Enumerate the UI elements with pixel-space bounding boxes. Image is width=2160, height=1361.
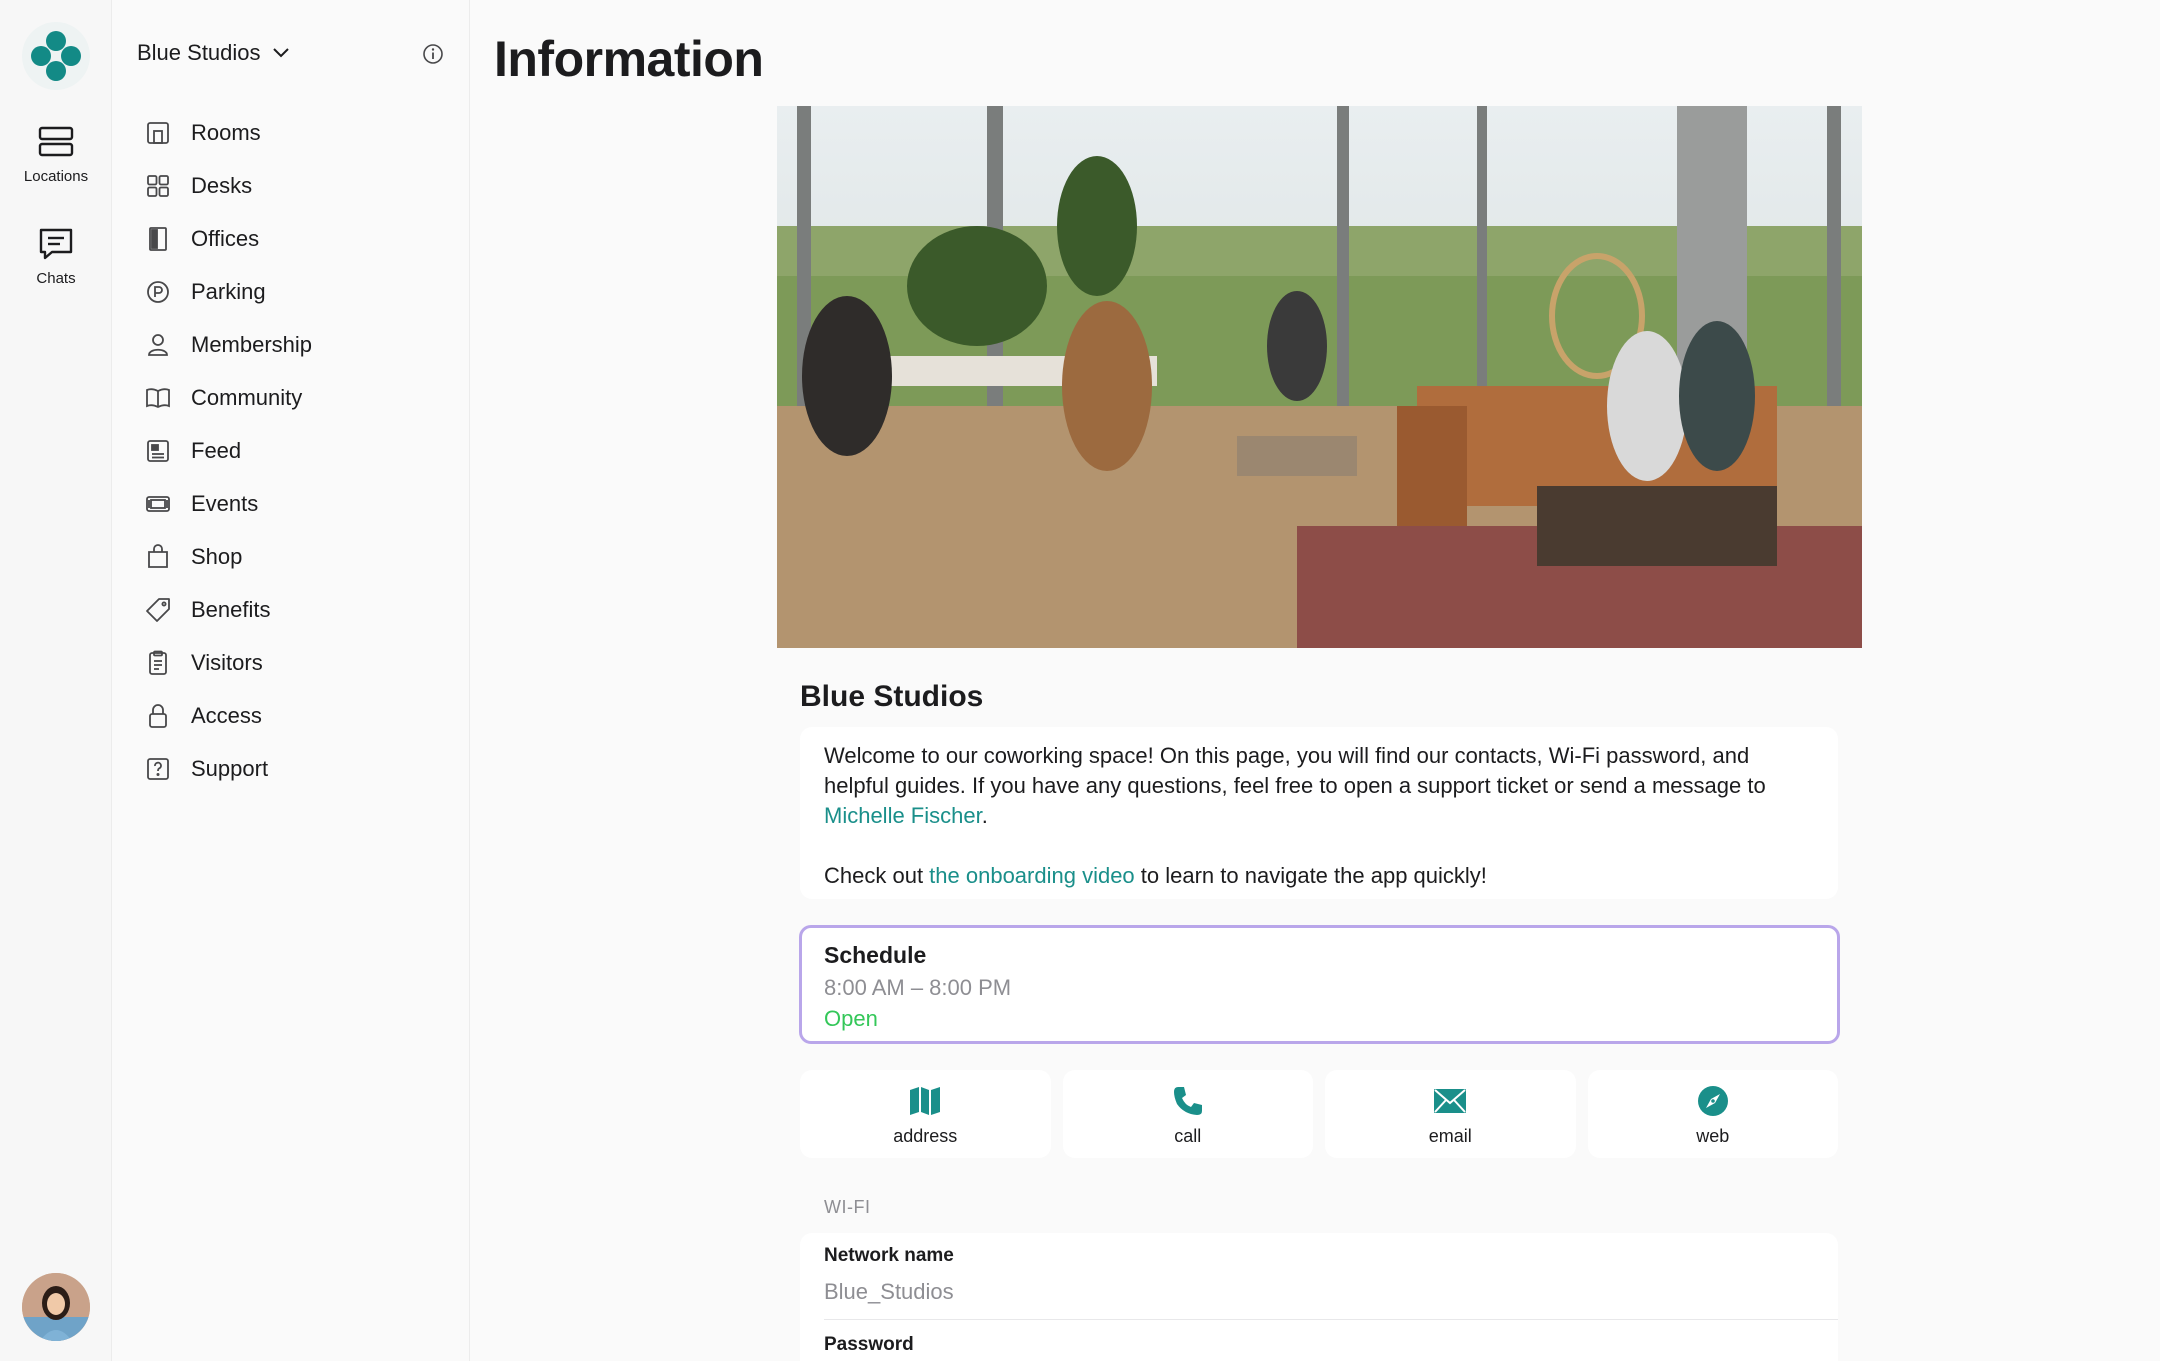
sidebar-item-label: Shop: [191, 543, 243, 569]
sidebar-item-support[interactable]: Support: [113, 742, 469, 795]
action-label: address: [893, 1126, 958, 1146]
web-button[interactable]: web: [1587, 1070, 1838, 1158]
workspace-switcher[interactable]: Blue Studios: [137, 40, 289, 66]
welcome-text: Welcome to our coworking space! On this …: [824, 743, 1766, 798]
welcome-text: Check out: [824, 863, 930, 888]
address-button[interactable]: address: [800, 1070, 1051, 1158]
visitors-icon: [149, 650, 167, 675]
avatar[interactable]: [22, 1273, 90, 1341]
sidebar-item-feed[interactable]: Feed: [113, 424, 469, 477]
sidebar-item-label: Offices: [191, 225, 260, 251]
sidebar-item-label: Access: [191, 702, 262, 728]
rooms-icon: [147, 121, 169, 144]
contact-actions: address call email web: [800, 1070, 1838, 1158]
sidebar-item-access[interactable]: Access: [113, 689, 469, 742]
sidebar-item-label: Support: [191, 755, 269, 781]
sidebar-item-label: Feed: [191, 437, 242, 463]
welcome-text: .: [981, 803, 988, 828]
sidebar-item-membership[interactable]: Membership: [113, 318, 469, 371]
contact-link[interactable]: Michelle Fischer: [824, 803, 982, 828]
sidebar-item-label: Desks: [191, 172, 253, 198]
app-rail: Locations Chats: [0, 0, 112, 1361]
locations-icon: [38, 126, 74, 157]
shop-icon: [148, 543, 168, 568]
sidebar-item-rooms[interactable]: Rooms: [113, 106, 469, 159]
phone-icon: [1173, 1087, 1202, 1115]
wifi-card: Network name Blue_Studios Password: [800, 1233, 1838, 1361]
workspace-name: Blue Studios: [137, 40, 261, 65]
info-icon[interactable]: [422, 43, 444, 65]
support-icon: [147, 757, 169, 780]
schedule-card[interactable]: Schedule 8:00 AM – 8:00 PM Open: [799, 925, 1840, 1044]
sidebar-item-label: Visitors: [191, 649, 263, 675]
events-icon: [146, 495, 170, 512]
password-label: Password: [824, 1334, 914, 1355]
divider: [824, 1319, 1838, 1320]
location-name: Blue Studios: [800, 680, 984, 713]
sidebar-item-visitors[interactable]: Visitors: [113, 636, 469, 689]
schedule-title: Schedule: [824, 942, 927, 968]
welcome-text: to learn to navigate the app quickly!: [1134, 863, 1487, 888]
desks-icon: [147, 174, 169, 197]
sidebar-item-label: Parking: [191, 278, 266, 304]
network-name-value[interactable]: Blue_Studios: [824, 1279, 1814, 1305]
network-name-label: Network name: [824, 1245, 954, 1266]
app-logo-icon[interactable]: [22, 22, 90, 90]
sidebar-nav: Rooms Desks Offices Parking Membership C…: [113, 106, 469, 795]
membership-icon: [148, 333, 168, 356]
offices-icon: [149, 226, 167, 251]
feed-icon: [147, 439, 169, 462]
sidebar-item-community[interactable]: Community: [113, 371, 469, 424]
welcome-paragraph: Welcome to our coworking space! On this …: [824, 741, 1814, 831]
rail-item-locations[interactable]: Locations: [0, 122, 112, 185]
benefits-icon: [146, 597, 170, 622]
rail-item-label: Locations: [23, 168, 89, 185]
sidebar-item-label: Rooms: [191, 119, 261, 145]
sidebar-item-offices[interactable]: Offices: [113, 212, 469, 265]
rail-item-label: Chats: [36, 270, 76, 287]
chevron-down-icon: [272, 48, 289, 58]
parking-icon: [147, 280, 169, 303]
sidebar-item-events[interactable]: Events: [113, 477, 469, 530]
compass-icon: [1697, 1086, 1728, 1116]
envelope-icon: [1434, 1089, 1467, 1113]
call-button[interactable]: call: [1062, 1070, 1313, 1158]
location-photo: [777, 106, 1862, 648]
sidebar-item-shop[interactable]: Shop: [113, 530, 469, 583]
sidebar-item-label: Community: [191, 384, 303, 410]
page-title: Information: [494, 31, 764, 87]
coworking-photo-image: [777, 106, 1862, 648]
action-label: call: [1174, 1126, 1202, 1146]
schedule-hours: 8:00 AM – 8:00 PM: [824, 975, 1012, 1000]
status-badge: Open: [824, 1006, 878, 1031]
sidebar-item-label: Events: [191, 490, 259, 516]
sidebar-item-label: Membership: [191, 331, 313, 357]
community-icon: [146, 387, 170, 408]
sidebar: Blue Studios Rooms Desks Offices Parking…: [113, 0, 470, 1361]
email-button[interactable]: email: [1325, 1070, 1576, 1158]
action-label: email: [1428, 1126, 1472, 1146]
welcome-card: Welcome to our coworking space! On this …: [800, 727, 1838, 899]
lock-icon: [149, 703, 167, 728]
onboarding-paragraph: Check out the onboarding video to learn …: [824, 861, 1814, 891]
action-label: web: [1696, 1126, 1730, 1146]
rail-item-chats[interactable]: Chats: [0, 224, 112, 287]
chats-icon: [39, 228, 73, 260]
map-icon: [910, 1087, 941, 1115]
sidebar-item-desks[interactable]: Desks: [113, 159, 469, 212]
user-avatar-icon: [22, 1273, 90, 1341]
sidebar-item-benefits[interactable]: Benefits: [113, 583, 469, 636]
sidebar-item-parking[interactable]: Parking: [113, 265, 469, 318]
sidebar-item-label: Benefits: [191, 596, 271, 622]
onboarding-video-link[interactable]: the onboarding video: [929, 863, 1135, 888]
wifi-section-header: WI-FI: [824, 1197, 871, 1217]
